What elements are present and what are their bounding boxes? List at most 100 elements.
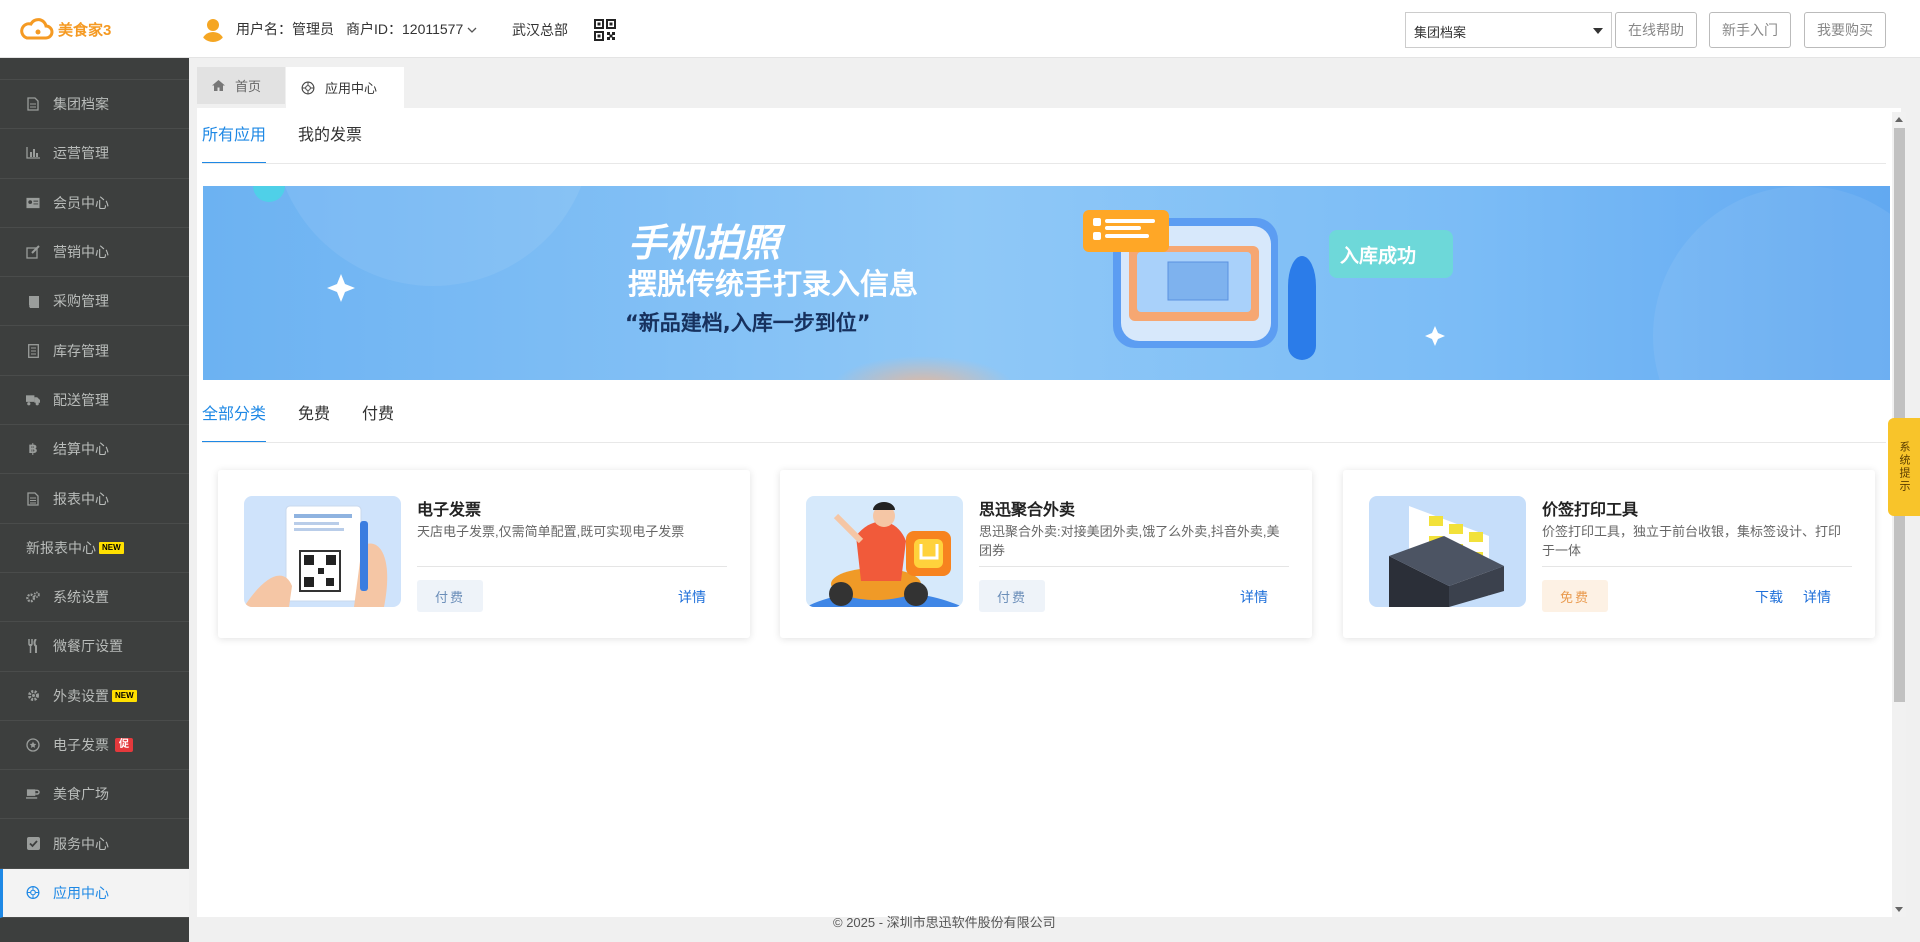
tab-all-categories[interactable]: 全部分类 bbox=[202, 403, 267, 443]
tab-free[interactable]: 免费 bbox=[298, 403, 330, 443]
document-icon bbox=[26, 343, 40, 358]
app-logo[interactable]: 美食家3 bbox=[18, 14, 111, 44]
sidebar-item-delivery[interactable]: 配送管理 bbox=[0, 376, 189, 426]
sidebar-top-partial-item[interactable] bbox=[0, 58, 189, 80]
sidebar-item-label: 结算中心 bbox=[53, 441, 109, 458]
truck-icon bbox=[26, 393, 40, 407]
check-square-icon bbox=[26, 837, 40, 851]
sidebar-item-takeout-settings[interactable]: 外卖设置 NEW bbox=[0, 672, 189, 721]
merchant-id-dropdown[interactable]: 商户ID：12011577 bbox=[346, 19, 477, 39]
copyright-footer: © 2025 - 深圳市思迅软件股份有限公司 bbox=[833, 915, 1056, 930]
system-tip-tab[interactable]: 系统提示 bbox=[1888, 418, 1920, 516]
promo-banner[interactable]: 入库成功 手机拍照 摆脱传统手打录入信息 “新品建档,入库一步到位” bbox=[203, 186, 1890, 380]
app-card-price-label-printer[interactable]: 价签打印工具 价签打印工具，独立于前台收银，集标签设计、打印于一体 免费 下载 … bbox=[1343, 470, 1875, 638]
username-label: 用户名：管理员 bbox=[236, 21, 334, 37]
dropdown-caret-icon bbox=[1593, 28, 1603, 34]
sidebar-item-label: 系统设置 bbox=[53, 589, 109, 606]
sidebar-item-label: 新报表中心 bbox=[26, 539, 96, 556]
sidebar-item-marketing[interactable]: 营销中心 bbox=[0, 228, 189, 278]
qr-code-icon[interactable] bbox=[594, 19, 616, 41]
sidebar-item-food-plaza[interactable]: 美食广场 bbox=[0, 770, 189, 820]
sidebar-item-reports[interactable]: 报表中心 bbox=[0, 474, 189, 524]
merchant-id-label: 商户ID：12011577 bbox=[346, 21, 464, 37]
book-icon bbox=[26, 294, 40, 308]
sidebar-item-purchase[interactable]: 采购管理 bbox=[0, 277, 189, 327]
banner-title: 手机拍照 bbox=[628, 221, 786, 265]
system-tip-label: 系统提示 bbox=[1898, 441, 1910, 493]
card-description: 思迅聚合外卖:对接美团外卖,饿了么外卖,抖音外卖,美团券 bbox=[979, 524, 1280, 558]
beginner-guide-button[interactable]: 新手入门 bbox=[1709, 12, 1791, 48]
sidebar-item-app-center[interactable]: 应用中心 bbox=[0, 868, 189, 919]
price-label-app-image bbox=[1369, 496, 1526, 607]
scroll-down-icon[interactable] bbox=[1895, 907, 1903, 912]
buy-button[interactable]: 我要购买 bbox=[1804, 12, 1886, 48]
sidebar: 集团档案 运营管理 会员中心 营销中心 采购管理 库存管理 配送管理 ฿ 结算中… bbox=[0, 58, 189, 942]
app-name: 美食家3 bbox=[58, 21, 112, 39]
gears-icon bbox=[26, 590, 40, 604]
details-link[interactable]: 详情 bbox=[1240, 587, 1268, 607]
details-link[interactable]: 详情 bbox=[1803, 587, 1831, 607]
file-icon bbox=[26, 97, 40, 111]
sidebar-item-operations[interactable]: 运营管理 bbox=[0, 129, 189, 179]
cloud-logo-icon bbox=[20, 18, 54, 40]
banner-slogan: “新品建档,入库一步到位” bbox=[625, 311, 871, 335]
sidebar-item-micro-restaurant[interactable]: 微餐厅设置 bbox=[0, 622, 189, 672]
sidebar-item-system-settings[interactable]: 系统设置 bbox=[0, 573, 189, 623]
gear-icon bbox=[26, 689, 40, 703]
tab-all-apps[interactable]: 所有应用 bbox=[202, 124, 267, 164]
cutlery-icon bbox=[26, 639, 40, 654]
scroll-up-icon[interactable] bbox=[1895, 117, 1903, 122]
divider bbox=[417, 566, 727, 567]
sidebar-item-label: 营销中心 bbox=[53, 244, 109, 261]
category-tabs: 全部分类 免费 付费 bbox=[202, 403, 426, 443]
scroll-thumb[interactable] bbox=[1894, 128, 1905, 702]
store-name[interactable]: 武汉总部 bbox=[512, 20, 568, 40]
divider bbox=[979, 566, 1289, 567]
sidebar-item-label: 报表中心 bbox=[53, 490, 109, 507]
banner-subtitle: 摆脱传统手打录入信息 bbox=[628, 267, 918, 301]
tab-app-center[interactable]: 应用中心 bbox=[286, 67, 404, 108]
member-card-icon bbox=[26, 196, 40, 210]
sidebar-item-label: 微餐厅设置 bbox=[53, 638, 123, 655]
tab-my-invoices[interactable]: 我的发票 bbox=[298, 124, 362, 164]
price-tag: 付费 bbox=[979, 580, 1045, 612]
online-help-button[interactable]: 在线帮助 bbox=[1615, 12, 1697, 48]
sidebar-item-inventory[interactable]: 库存管理 bbox=[0, 326, 189, 376]
sidebar-item-member[interactable]: 会员中心 bbox=[0, 179, 189, 228]
banner-success-label: 入库成功 bbox=[1340, 244, 1416, 267]
bar-chart-icon bbox=[26, 146, 40, 160]
sidebar-item-group-archive[interactable]: 集团档案 bbox=[0, 80, 189, 130]
app-card-takeout-aggregation[interactable]: 思迅聚合外卖 思迅聚合外卖:对接美团外卖,饿了么外卖,抖音外卖,美团券 付费 详… bbox=[780, 470, 1312, 638]
sidebar-item-label: 集团档案 bbox=[53, 96, 109, 113]
details-link[interactable]: 详情 bbox=[678, 587, 706, 607]
module-select[interactable]: 集团档案 bbox=[1405, 12, 1612, 48]
app-center-icon bbox=[26, 886, 40, 900]
sidebar-item-label: 美食广场 bbox=[53, 786, 109, 803]
tab-paid[interactable]: 付费 bbox=[362, 403, 394, 443]
report-icon bbox=[26, 491, 40, 506]
download-link[interactable]: 下载 bbox=[1755, 587, 1783, 607]
sidebar-item-label: 外卖设置 bbox=[53, 687, 109, 704]
chevron-down-icon bbox=[467, 27, 477, 33]
home-icon bbox=[212, 80, 225, 91]
bitcoin-icon: ฿ bbox=[28, 441, 38, 457]
coffee-icon bbox=[26, 787, 40, 801]
sidebar-item-label: 电子发票 bbox=[53, 737, 109, 753]
main-tabs: 所有应用 我的发票 bbox=[202, 124, 394, 164]
divider bbox=[202, 442, 1886, 443]
sidebar-item-new-reports[interactable]: 新报表中心 NEW bbox=[0, 524, 189, 573]
new-badge: NEW bbox=[112, 689, 137, 702]
e-invoice-app-image bbox=[244, 496, 401, 607]
new-badge: NEW bbox=[99, 541, 124, 554]
takeout-app-image bbox=[806, 496, 963, 607]
card-title: 思迅聚合外卖 bbox=[979, 502, 1076, 519]
user-info: 用户名：管理员 商户ID：12011577 bbox=[200, 16, 477, 42]
sidebar-item-service-center[interactable]: 服务中心 bbox=[0, 819, 189, 869]
top-bar: 美食家3 用户名：管理员 商户ID：12011577 武汉总部 集团档案 在线帮… bbox=[0, 0, 1920, 58]
app-card-e-invoice[interactable]: 电子发票 天店电子发票,仅需简单配置,既可实现电子发票 付费 详情 bbox=[218, 470, 750, 638]
avatar bbox=[202, 19, 224, 42]
sidebar-item-label: 应用中心 bbox=[53, 884, 109, 901]
sidebar-item-settlement[interactable]: ฿ 结算中心 bbox=[0, 425, 189, 475]
sidebar-item-e-invoice[interactable]: 电子发票 促 bbox=[0, 721, 189, 771]
tab-home[interactable]: 首页 bbox=[197, 67, 285, 104]
